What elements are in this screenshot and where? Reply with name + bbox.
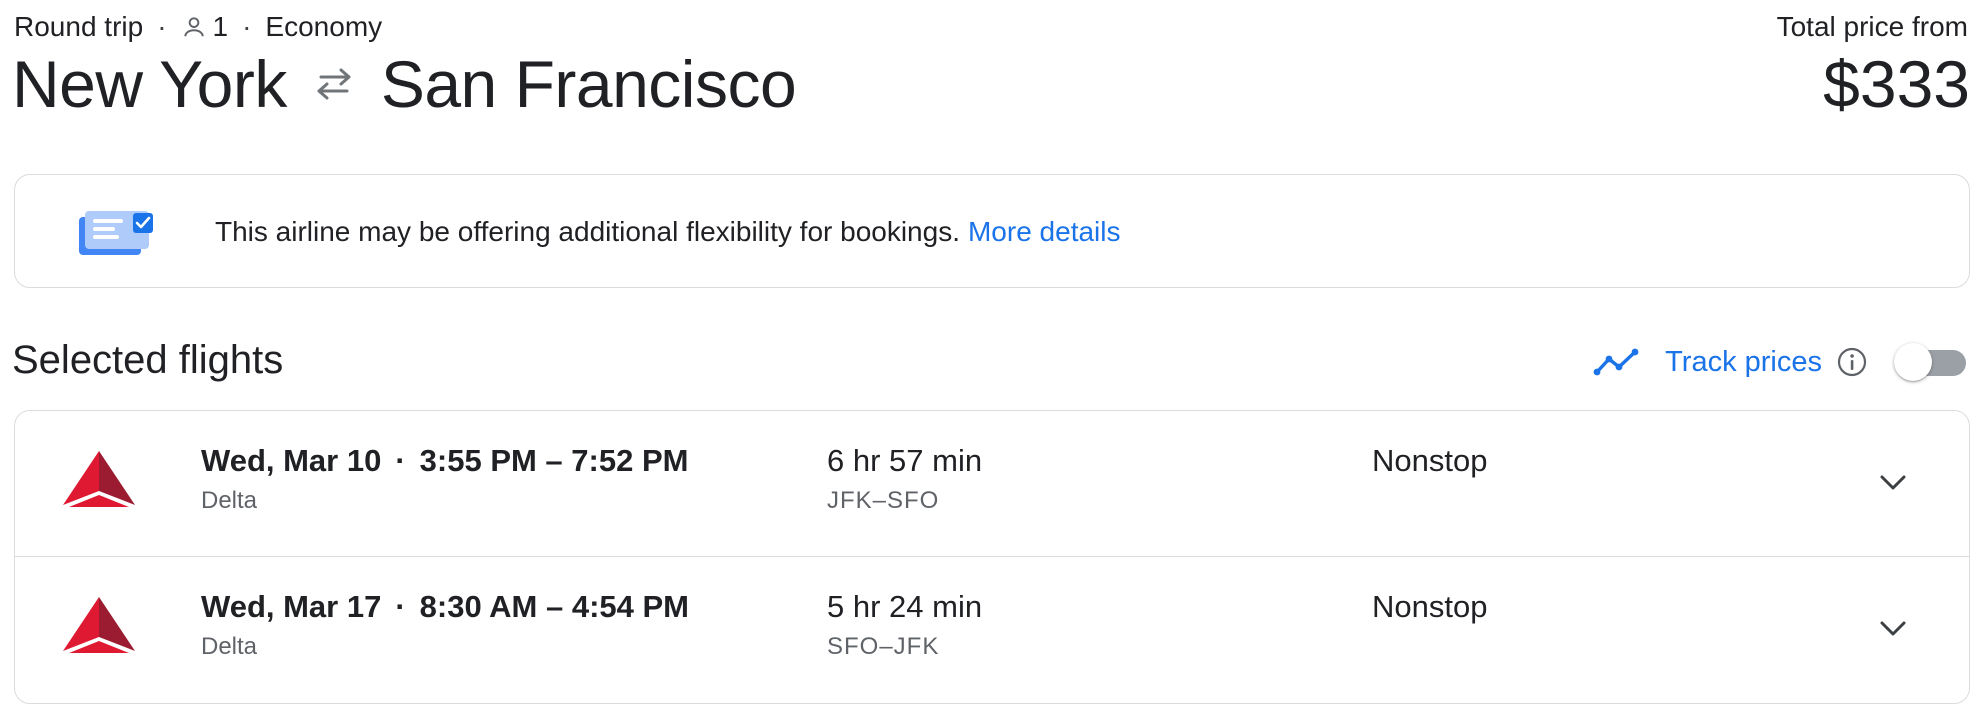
chevron-down-icon[interactable] bbox=[1875, 611, 1911, 647]
track-prices-control: Track prices bbox=[1593, 338, 1968, 386]
flight-date: Wed, Mar 17 bbox=[201, 589, 382, 624]
trend-line-icon bbox=[1593, 347, 1641, 377]
flight-date-time: Wed, Mar 10 · 3:55 PM – 7:52 PM bbox=[201, 443, 688, 479]
selected-flights-heading: Selected flights bbox=[12, 338, 284, 382]
separator-dot: · bbox=[157, 11, 167, 42]
flight-duration: 6 hr 57 min bbox=[827, 443, 983, 478]
total-price: $333 bbox=[1823, 47, 1970, 121]
flexibility-banner: This airline may be offering additional … bbox=[14, 174, 1970, 288]
toggle-knob bbox=[1894, 343, 1932, 381]
info-icon[interactable] bbox=[1836, 346, 1868, 378]
swap-arrows-icon bbox=[313, 67, 355, 101]
track-prices-label[interactable]: Track prices bbox=[1665, 346, 1822, 379]
flight-date-time: Wed, Mar 17 · 8:30 AM – 4:54 PM bbox=[201, 589, 689, 625]
chevron-down-icon[interactable] bbox=[1875, 465, 1911, 501]
flight-date: Wed, Mar 10 bbox=[201, 443, 382, 478]
delta-logo bbox=[63, 595, 135, 657]
banner-text: This airline may be offering additional … bbox=[215, 216, 960, 247]
flexible-booking-icon bbox=[79, 209, 159, 259]
flight-stops: Nonstop bbox=[1372, 443, 1488, 478]
destination-city: San Francisco bbox=[380, 47, 797, 121]
flight-stops: Nonstop bbox=[1372, 589, 1488, 624]
separator-dot: · bbox=[242, 11, 252, 42]
delta-logo bbox=[63, 449, 135, 511]
more-details-link[interactable]: More details bbox=[968, 216, 1121, 248]
separator-dot: · bbox=[395, 589, 406, 624]
airline-name: Delta bbox=[201, 633, 258, 660]
flight-row[interactable]: Wed, Mar 17 · 8:30 AM – 4:54 PM Delta 5 hr… bbox=[15, 557, 1969, 703]
flight-times: 3:55 PM – 7:52 PM bbox=[419, 443, 689, 478]
flight-duration: 5 hr 24 min bbox=[827, 589, 983, 624]
airport-codes: JFK–SFO bbox=[827, 487, 940, 514]
banner-message: This airline may be offering additional … bbox=[215, 175, 1121, 289]
total-price-label: Total price from bbox=[1776, 11, 1968, 42]
airport-codes: SFO–JFK bbox=[827, 633, 940, 660]
cabin-class: Economy bbox=[265, 11, 383, 42]
passenger-count: 1 bbox=[212, 11, 229, 42]
airline-name: Delta bbox=[201, 487, 258, 514]
trip-type: Round trip bbox=[14, 11, 144, 42]
origin-city: New York bbox=[12, 47, 287, 121]
person-icon bbox=[181, 14, 207, 40]
selected-flights-list: Wed, Mar 10 · 3:55 PM – 7:52 PM Delta 6 hr… bbox=[14, 410, 1970, 704]
flight-times: 8:30 AM – 4:54 PM bbox=[419, 589, 689, 624]
separator-dot: · bbox=[395, 443, 406, 478]
trip-summary: Round trip · 1 · Economy bbox=[14, 10, 382, 44]
route-title: New York San Francisco bbox=[12, 44, 797, 124]
flight-row[interactable]: Wed, Mar 10 · 3:55 PM – 7:52 PM Delta 6 hr… bbox=[15, 411, 1969, 557]
track-prices-toggle[interactable] bbox=[1894, 342, 1968, 382]
